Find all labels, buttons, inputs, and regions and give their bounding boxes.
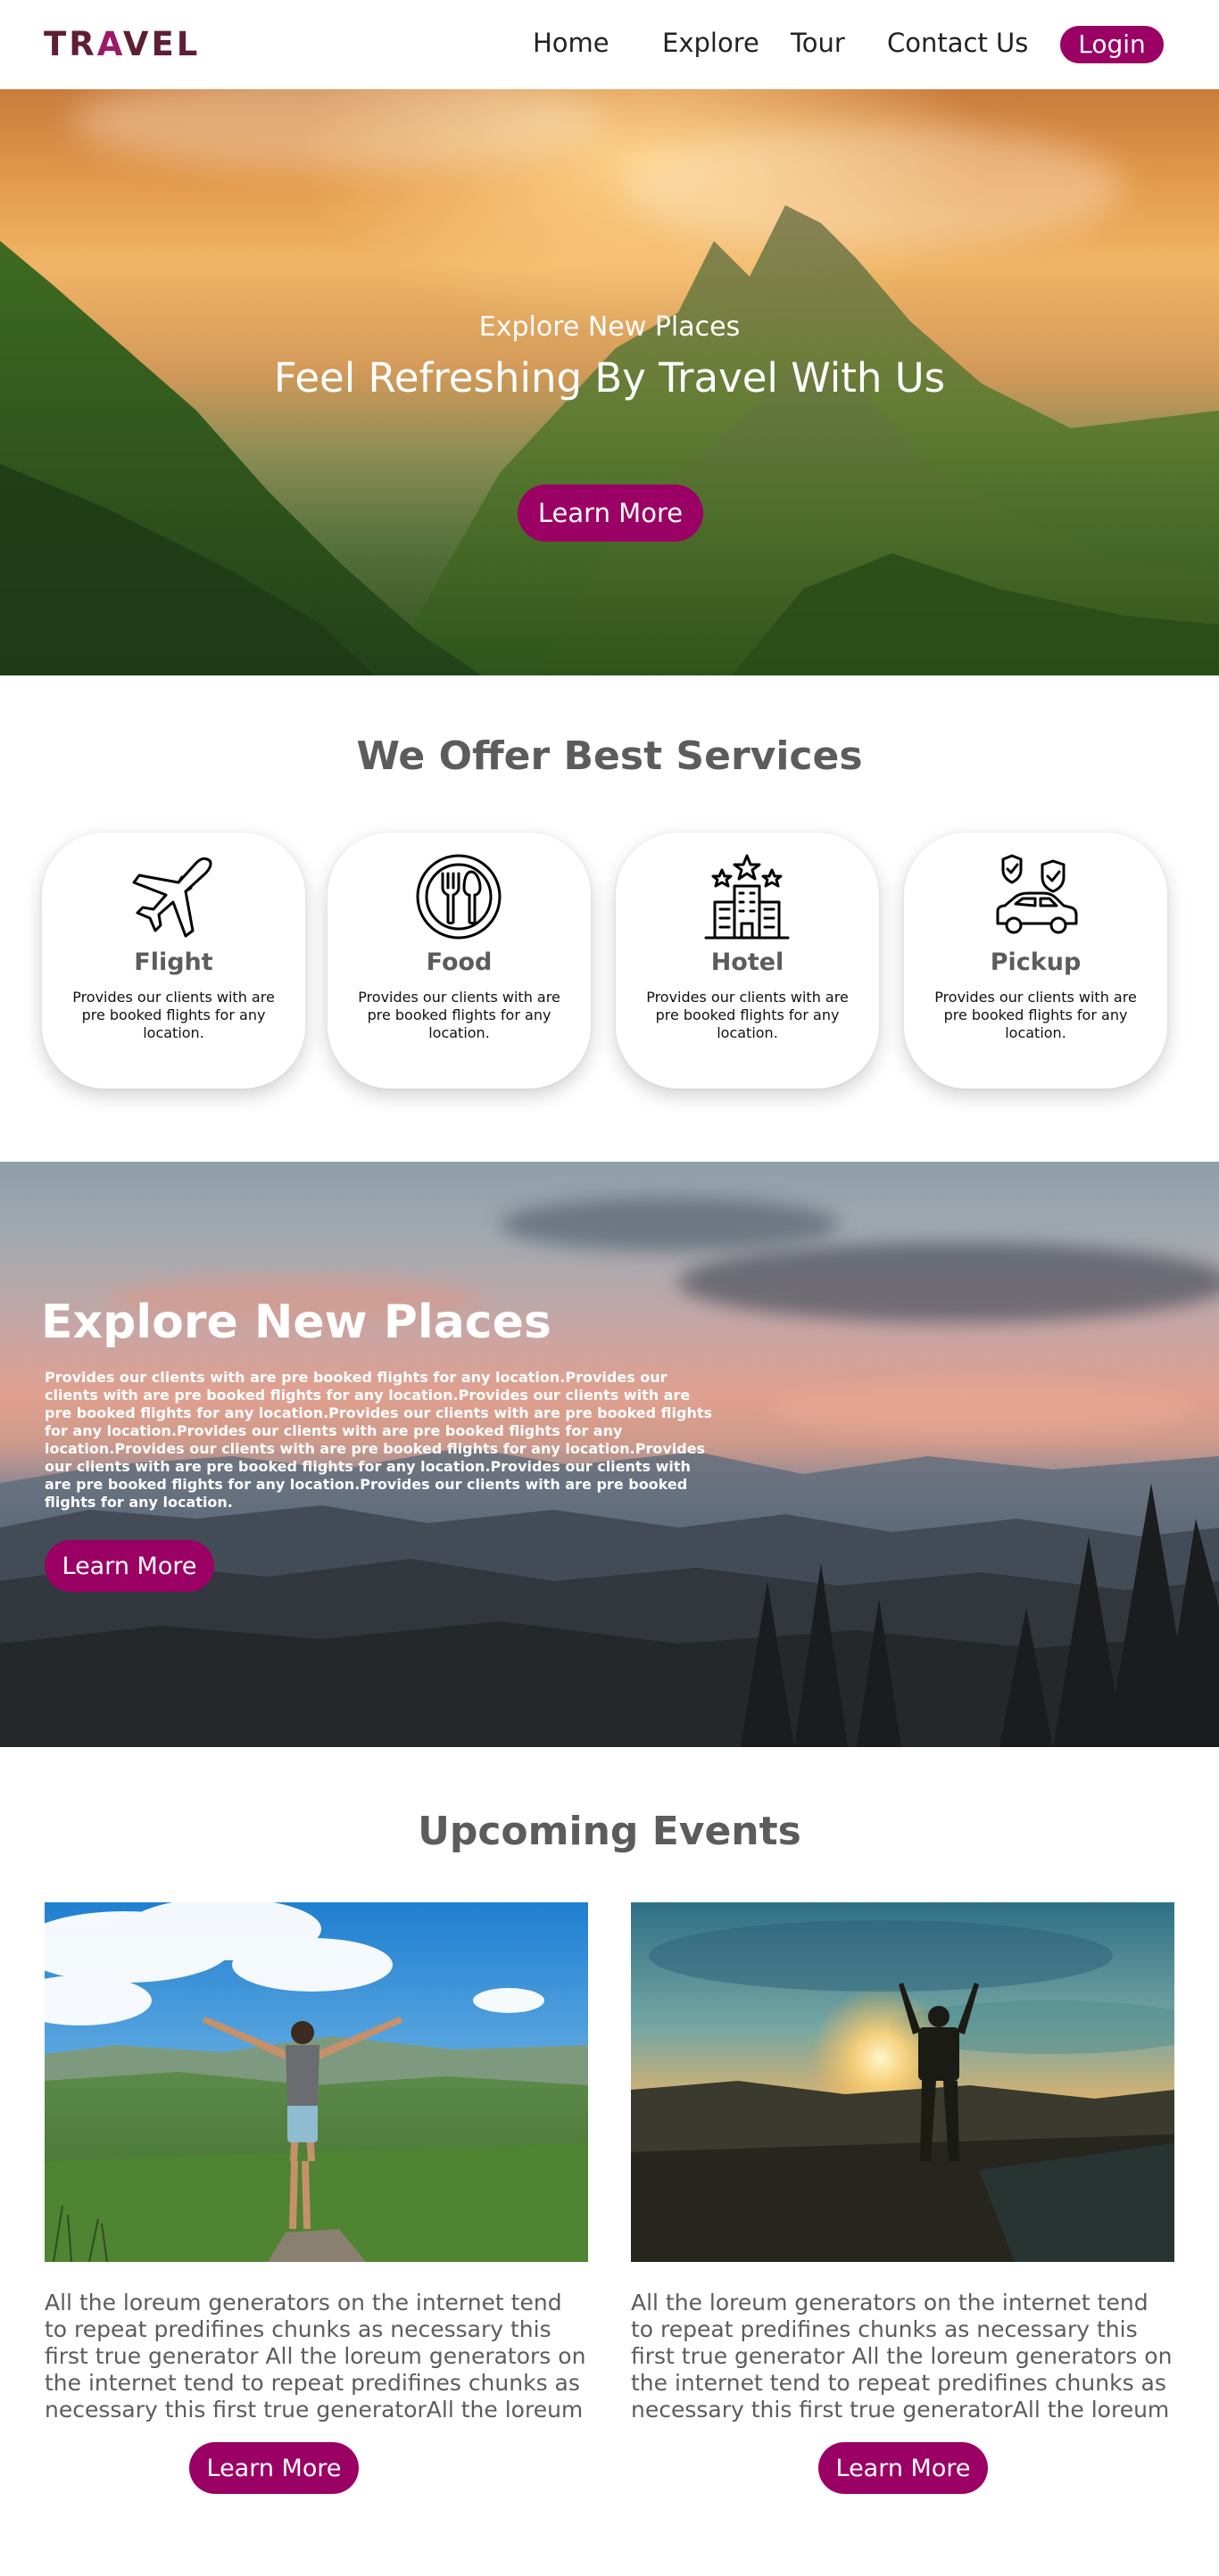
hero-subtitle: Explore New Places <box>478 311 741 343</box>
nav-link-explore[interactable]: Explore <box>662 28 759 58</box>
service-name: Pickup <box>990 948 1082 976</box>
service-description: Provides our clients with are pre booked… <box>934 989 1137 1041</box>
hero-section: Explore New Places Feel Refreshing By Tr… <box>0 89 1219 675</box>
car-shield-icon <box>996 854 1078 934</box>
event-learn-more-button[interactable]: Learn More <box>189 2442 359 2494</box>
explore-title: Explore New Places <box>41 1296 551 1349</box>
service-description: Provides our clients with are pre booked… <box>358 989 560 1041</box>
hero-learn-more-button[interactable]: Learn More <box>518 485 703 542</box>
event-description: All the loreum generators on the interne… <box>631 2290 1173 2423</box>
service-name: Flight <box>134 948 213 976</box>
explore-learn-more-button[interactable]: Learn More <box>45 1540 214 1592</box>
event-image-hiker-valley <box>45 1902 588 2262</box>
nav-link-tour[interactable]: Tour <box>791 28 845 58</box>
service-card-food[interactable]: Food Provides our clients with are pre b… <box>328 832 591 1089</box>
service-card-pickup[interactable]: Pickup Provides our clients with are pre… <box>904 832 1167 1089</box>
service-description: Provides our clients with are pre booked… <box>646 989 849 1041</box>
service-card-hotel[interactable]: Hotel Provides our clients with are pre … <box>616 832 879 1089</box>
hero-title: Feel Refreshing By Travel With Us <box>273 354 946 402</box>
explore-section: Explore New Places Provides our clients … <box>0 1162 1219 1747</box>
logo-suffix: VEL <box>122 25 201 63</box>
service-name: Hotel <box>710 948 784 976</box>
explore-description: Provides our clients with are pre booked… <box>45 1369 713 1511</box>
nav-link-contact-us[interactable]: Contact Us <box>887 28 1028 58</box>
events-title: Upcoming Events <box>418 1809 801 1854</box>
nav-link-home[interactable]: Home <box>533 28 610 58</box>
plate-cutlery-icon <box>416 854 502 940</box>
service-card-flight[interactable]: Flight Provides our clients with are pre… <box>42 832 305 1089</box>
logo[interactable]: TRAVEL <box>44 25 200 63</box>
hotel-building-icon <box>704 854 790 940</box>
airplane-icon <box>132 857 212 938</box>
navbar: TRAVEL Home Explore Tour Contact Us Logi… <box>0 0 1219 89</box>
login-button[interactable]: Login <box>1060 26 1164 63</box>
event-description: All the loreum generators on the interne… <box>45 2290 586 2423</box>
service-description: Provides our clients with are pre booked… <box>72 989 275 1041</box>
event-learn-more-button[interactable]: Learn More <box>818 2442 988 2494</box>
services-title: We Offer Best Services <box>356 733 863 779</box>
service-name: Food <box>426 948 493 976</box>
logo-prefix: TR <box>44 25 97 63</box>
event-image-sunset-celebration <box>631 1902 1174 2262</box>
logo-accent: A <box>96 25 123 63</box>
